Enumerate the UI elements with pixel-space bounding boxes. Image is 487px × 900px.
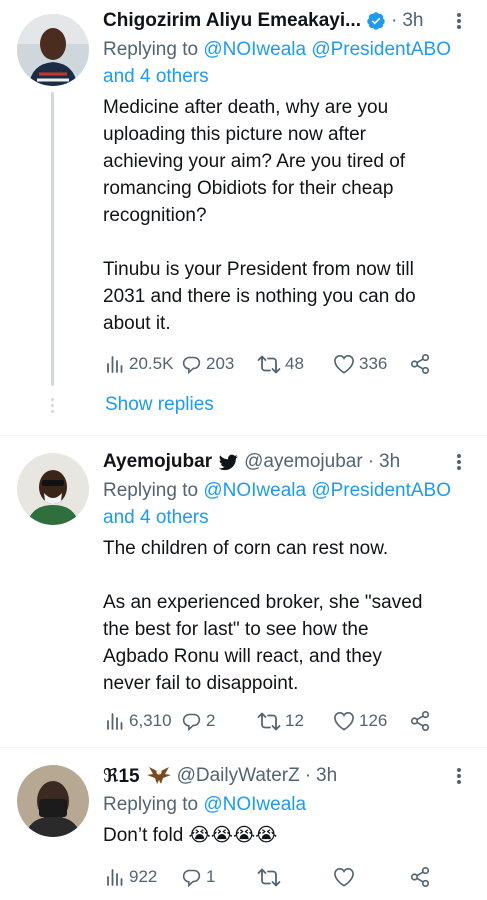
reply-mentions[interactable]: @NOIweala @PresidentABO	[203, 39, 451, 60]
reply-icon	[182, 713, 201, 731]
views-icon	[107, 869, 123, 886]
tweet-paragraph: Don’t fold 😭😭😭😭	[103, 825, 278, 846]
retweet-icon	[257, 868, 281, 886]
like-count: 126	[359, 711, 388, 730]
share-action[interactable]	[409, 863, 431, 891]
views-count: 922	[129, 867, 158, 886]
share-icon	[410, 711, 430, 731]
retweet-icon	[257, 712, 281, 730]
tweet-actions: 20.5K 203 48 336	[103, 350, 469, 378]
like-action[interactable]: 336	[333, 350, 387, 378]
tweet-paragraph: As an experienced broker, she "saved the…	[103, 592, 423, 694]
timestamp[interactable]: 3h	[316, 765, 337, 787]
retweet-action[interactable]	[257, 863, 285, 891]
bird-badge-icon	[219, 454, 238, 471]
like-action[interactable]	[333, 863, 359, 891]
timestamp[interactable]: 3h	[402, 10, 423, 32]
verified-badge-icon	[366, 11, 386, 31]
handle[interactable]: @ayemojubar	[244, 451, 363, 473]
display-name[interactable]: Chigozirim Aliyu Emeakayi...	[103, 10, 361, 32]
eagle-emoji-icon	[146, 766, 171, 786]
reply-count: 203	[206, 354, 235, 373]
share-icon	[410, 867, 430, 887]
tweet-header: ℜ15 @DailyWaterZ · 3h	[103, 763, 469, 789]
timestamp[interactable]: 3h	[379, 451, 400, 473]
reply-mentions[interactable]: @NOIweala @PresidentABO	[203, 480, 451, 501]
views-action[interactable]: 20.5K	[105, 350, 173, 378]
thread-dots	[49, 398, 55, 416]
reply-others-link[interactable]: and 4 others	[103, 66, 209, 87]
replying-to-label: Replying to	[103, 794, 199, 815]
display-name[interactable]: ℜ15	[103, 765, 140, 788]
views-count: 20.5K	[129, 354, 174, 373]
avatar-photo-icon	[17, 765, 89, 837]
tweet-3[interactable]: ℜ15 @DailyWaterZ · 3h Replying to @NOIwe…	[0, 748, 487, 900]
show-replies-link[interactable]: Show replies	[105, 394, 214, 416]
reply-icon	[182, 869, 201, 887]
more-options-icon[interactable]	[447, 451, 471, 473]
views-count: 6,310	[129, 711, 172, 730]
handle[interactable]: @DailyWaterZ	[177, 765, 300, 787]
avatar-photo-icon	[17, 453, 89, 525]
heart-icon	[334, 867, 354, 887]
tweet-paragraph: The children of corn can rest now.	[103, 538, 389, 559]
views-icon	[107, 356, 123, 373]
reply-action[interactable]: 1	[181, 863, 215, 891]
share-action[interactable]	[409, 707, 431, 735]
tweet-paragraph: Medicine after death, why are you upload…	[103, 97, 406, 226]
tweet-actions: 6,310 2 12 126	[103, 707, 469, 735]
reply-others-link[interactable]: and 4 others	[103, 507, 209, 528]
reply-count: 1	[206, 867, 216, 886]
avatar[interactable]	[17, 453, 89, 525]
retweet-action[interactable]: 12	[257, 707, 304, 735]
reply-icon	[182, 356, 201, 374]
tweet-header: Ayemojubar @ayemojubar · 3h	[103, 449, 469, 475]
replying-to-label: Replying to	[103, 39, 199, 60]
retweet-count: 48	[285, 354, 304, 373]
tweet-text: Don’t fold 😭😭😭😭	[103, 822, 433, 849]
retweet-icon	[257, 355, 281, 373]
replying-to: Replying to @NOIweala @PresidentABO and …	[103, 477, 469, 531]
share-icon	[410, 354, 430, 374]
separator: ·	[304, 765, 312, 786]
views-action[interactable]: 922	[105, 863, 157, 891]
thread-line	[51, 92, 54, 386]
separator: ·	[367, 451, 375, 472]
tweet-1[interactable]: Chigozirim Aliyu Emeakayi... · 3h Replyi…	[0, 0, 487, 435]
more-options-icon[interactable]	[447, 765, 471, 787]
like-count: 336	[359, 354, 388, 373]
avatar-photo-icon	[17, 14, 89, 86]
replying-to-label: Replying to	[103, 480, 199, 501]
retweet-count: 12	[285, 711, 304, 730]
like-action[interactable]: 126	[333, 707, 387, 735]
avatar[interactable]	[17, 14, 89, 86]
heart-icon	[334, 711, 354, 731]
more-options-icon[interactable]	[447, 10, 471, 32]
reply-action[interactable]: 203	[181, 350, 234, 378]
replying-to: Replying to @NOIweala	[103, 791, 469, 818]
separator: ·	[390, 10, 398, 31]
replying-to: Replying to @NOIweala @PresidentABO and …	[103, 36, 469, 90]
heart-icon	[334, 354, 354, 374]
tweet-2[interactable]: Ayemojubar @ayemojubar · 3h Replying to …	[0, 436, 487, 747]
tweet-header: Chigozirim Aliyu Emeakayi... · 3h	[103, 8, 469, 34]
reply-count: 2	[206, 711, 216, 730]
tweet-text: Medicine after death, why are you upload…	[103, 94, 423, 337]
reply-action[interactable]: 2	[181, 707, 215, 735]
reply-mentions[interactable]: @NOIweala	[203, 794, 306, 815]
share-action[interactable]	[409, 350, 431, 378]
views-icon	[107, 713, 123, 730]
avatar[interactable]	[17, 765, 89, 837]
display-name[interactable]: Ayemojubar	[103, 451, 212, 473]
views-action[interactable]: 6,310	[105, 707, 172, 735]
retweet-action[interactable]: 48	[257, 350, 304, 378]
tweet-actions: 922 1	[103, 863, 469, 891]
tweet-text: The children of corn can rest now. As an…	[103, 535, 433, 697]
tweet-paragraph: Tinubu is your President from now till 2…	[103, 259, 416, 334]
